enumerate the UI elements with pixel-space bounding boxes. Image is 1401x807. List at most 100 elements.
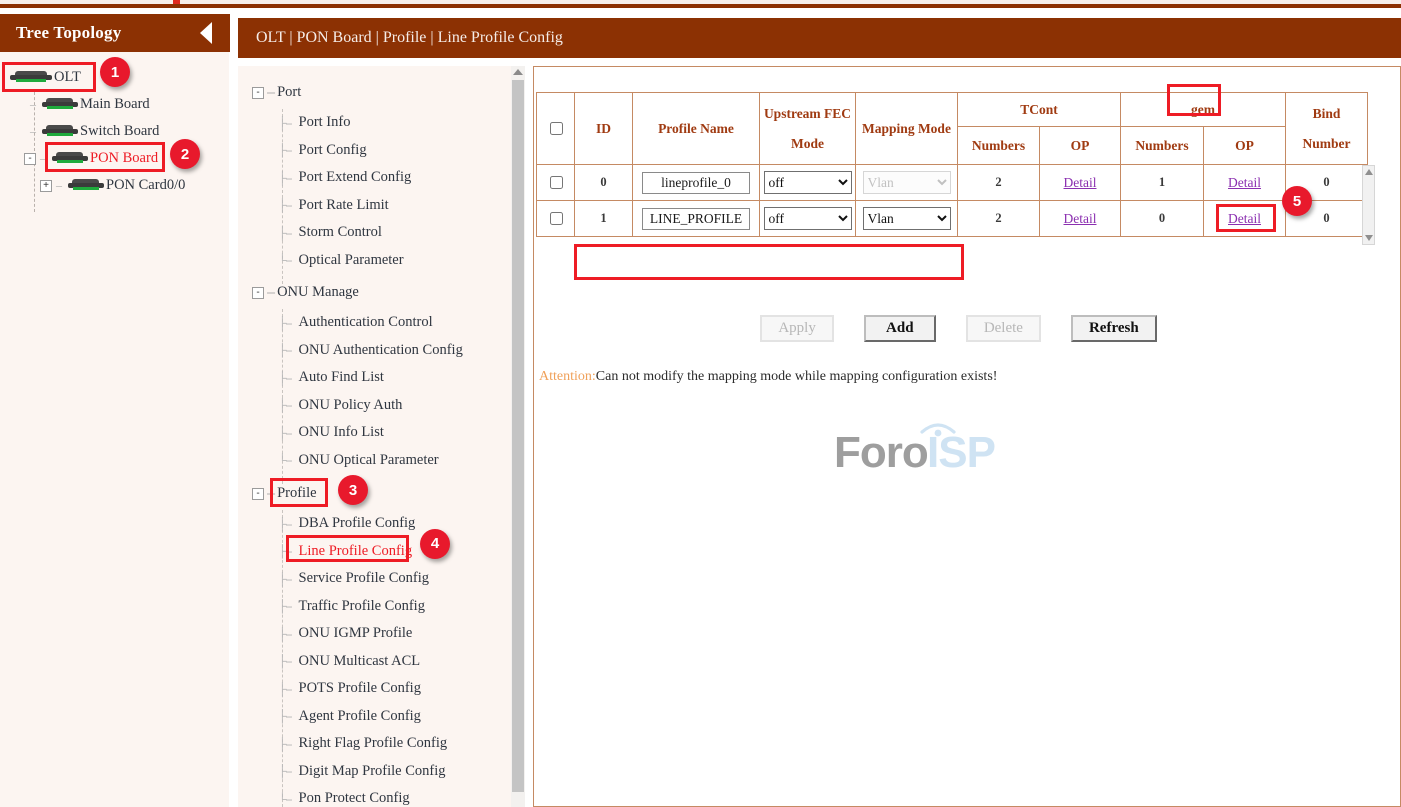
menu-item-onu-info-list[interactable]: ├-- ONU Info List <box>238 419 513 447</box>
menu-group-label: ONU Manage <box>277 284 359 301</box>
scroll-down-arrow-icon[interactable] <box>1365 235 1373 241</box>
tree-node-label: Main Board <box>80 96 150 113</box>
tree-node-pon-board[interactable]: - – PON Board 2 <box>0 145 230 172</box>
header-mapping-mode: Mapping Mode <box>856 93 958 165</box>
menu-item-pon-protect-config[interactable]: └--Pon Protect Config <box>238 785 513 807</box>
foroisp-watermark: Foro ISP <box>834 420 1024 480</box>
menu-item-optical-parameter[interactable]: └--Optical Parameter <box>238 247 513 275</box>
menu-item-port-extend-config[interactable]: ├-- Port Extend Config <box>238 164 513 192</box>
row-checkbox[interactable] <box>550 212 563 225</box>
apply-button[interactable]: Apply <box>760 315 834 342</box>
tree-node-pon-card-0-0[interactable]: + – PON Card0/0 <box>0 172 230 199</box>
tree-node-main-board[interactable]: – Main Board <box>0 91 230 118</box>
device-icon <box>42 125 78 138</box>
menu-item-authentication-control[interactable]: ├--Authentication Control <box>238 309 513 337</box>
profile-name-input[interactable] <box>642 172 750 194</box>
menu-expander-onu-manage[interactable]: - <box>252 287 264 299</box>
menu-expander-profile[interactable]: - <box>252 488 264 500</box>
menu-expander-port[interactable]: - <box>252 87 264 99</box>
profile-name-input[interactable] <box>642 208 750 230</box>
tree-node-olt[interactable]: OLT 1 <box>0 64 230 91</box>
menu-item-dba-profile-config[interactable]: ├--DBA Profile Config <box>238 510 513 538</box>
add-button[interactable]: Add <box>864 315 936 342</box>
menu-item-digit-map-profile-config[interactable]: ├--Digit Map Profile Config <box>238 758 513 786</box>
cell-gem-op: Detail <box>1204 201 1286 237</box>
menu-scrollbar[interactable] <box>511 66 525 807</box>
menu-item-port-info[interactable]: ├-- Port Info <box>238 109 513 137</box>
scroll-up-arrow-icon[interactable] <box>1365 169 1373 175</box>
header-gem-numbers: Numbers <box>1121 127 1204 165</box>
tree-expander-collapse[interactable]: - <box>24 153 36 165</box>
menu-item-label: Optical Parameter <box>299 252 404 269</box>
table-row[interactable]: 0 off Vlan 2 Detail <box>537 165 1368 201</box>
tree-branch-icon: ├-- <box>278 171 292 185</box>
select-all-checkbox[interactable] <box>550 122 563 135</box>
tree-branch-icon: ├-- <box>278 627 292 641</box>
tree-expander-expand[interactable]: + <box>40 180 52 192</box>
row-checkbox[interactable] <box>550 176 563 189</box>
tree-branch-icon: – <box>56 178 62 193</box>
menu-item-label: Port Info <box>299 114 351 131</box>
menu-item-pots-profile-config[interactable]: ├--POTS Profile Config <box>238 675 513 703</box>
menu-item-line-profile-config[interactable]: ├-- Line Profile Config 4 <box>238 538 513 566</box>
cell-upstream-fec: off <box>760 201 856 237</box>
menu-item-label: Port Extend Config <box>299 169 412 186</box>
menu-item-port-rate-limit[interactable]: ├--Port Rate Limit <box>238 192 513 220</box>
header-tcont-numbers: Numbers <box>958 127 1040 165</box>
step-badge-5: 5 <box>1282 186 1312 216</box>
tree-branch-icon: ├-- <box>278 426 292 440</box>
menu-group-label: Port <box>277 84 301 101</box>
menu-item-auto-find-list[interactable]: ├--Auto Find List <box>238 364 513 392</box>
menu-item-traffic-profile-config[interactable]: ├--Traffic Profile Config <box>238 593 513 621</box>
gem-detail-link[interactable]: Detail <box>1228 175 1261 190</box>
menu-item-onu-policy-auth[interactable]: ├--ONU Policy Auth <box>238 392 513 420</box>
menu-item-onu-igmp-profile[interactable]: ├--ONU IGMP Profile <box>238 620 513 648</box>
cell-tcont-numbers: 2 <box>958 165 1040 201</box>
menu-group-port[interactable]: - – Port <box>238 76 513 109</box>
tcont-detail-link[interactable]: Detail <box>1064 175 1097 190</box>
menu-item-right-flag-profile-config[interactable]: ├--Right Flag Profile Config <box>238 730 513 758</box>
menu-item-onu-multicast-acl[interactable]: ├--ONU Multicast ACL <box>238 648 513 676</box>
mapping-mode-select[interactable]: Vlan <box>863 207 951 230</box>
menu-item-label: Authentication Control <box>299 314 433 331</box>
tree-topology-body: OLT 1 – Main Board – Switch Board - – PO… <box>0 52 230 807</box>
menu-item-label: DBA Profile Config <box>299 515 416 532</box>
tree-branch-icon: ├-- <box>278 343 292 357</box>
tree-branch-icon: ├-- <box>278 654 292 668</box>
main-content: OLT | PON Board | Profile | Line Profile… <box>230 14 1401 807</box>
upstream-fec-select[interactable]: off <box>764 171 852 194</box>
menu-item-agent-profile-config[interactable]: ├--Agent Profile Config <box>238 703 513 731</box>
menu-group-profile[interactable]: - – Profile 3 <box>238 477 513 510</box>
step-badge-2: 2 <box>170 139 200 169</box>
menu-item-storm-control[interactable]: ├--Storm Control <box>238 219 513 247</box>
delete-button[interactable]: Delete <box>966 315 1041 342</box>
table-body: 0 off Vlan 2 Detail <box>537 165 1368 237</box>
breadcrumb: OLT | PON Board | Profile | Line Profile… <box>238 18 1401 58</box>
menu-scrollbar-thumb[interactable] <box>512 80 524 792</box>
menu-item-onu-optical-parameter[interactable]: └--ONU Optical Parameter <box>238 447 513 475</box>
cell-tcont-op: Detail <box>1040 165 1121 201</box>
tcont-detail-link[interactable]: Detail <box>1064 211 1097 226</box>
menu-item-label: ONU Info List <box>299 424 384 441</box>
cell-upstream-fec: off <box>760 165 856 201</box>
table-row[interactable]: 1 off Vlan 2 Detail <box>537 201 1368 237</box>
triangle-left-icon[interactable] <box>200 22 212 44</box>
menu-group-onu-manage[interactable]: - – ONU Manage <box>238 276 513 309</box>
tree-node-switch-board[interactable]: – Switch Board <box>0 118 230 145</box>
table-row-scrollbar[interactable] <box>1362 165 1375 245</box>
menu-item-port-config[interactable]: ├--Port Config <box>238 137 513 165</box>
step-badge-1: 1 <box>100 57 130 87</box>
menu-item-service-profile-config[interactable]: ├--Service Profile Config <box>238 565 513 593</box>
cell-profile-name <box>633 201 760 237</box>
upstream-fec-select[interactable]: off <box>764 207 852 230</box>
cell-gem-op: Detail <box>1204 165 1286 201</box>
scroll-up-arrow-icon[interactable] <box>513 69 523 75</box>
menu-item-onu-authentication-config[interactable]: ├--ONU Authentication Config <box>238 337 513 365</box>
tree-branch-icon: – <box>267 85 275 101</box>
header-tcont: TCont <box>958 93 1121 127</box>
tree-branch-icon: ├-- <box>278 116 292 130</box>
menu-item-label: Pon Protect Config <box>299 790 410 807</box>
tree-node-label: PON Card0/0 <box>106 177 185 194</box>
tree-branch-icon: ├-- <box>278 682 292 696</box>
refresh-button[interactable]: Refresh <box>1071 315 1157 342</box>
